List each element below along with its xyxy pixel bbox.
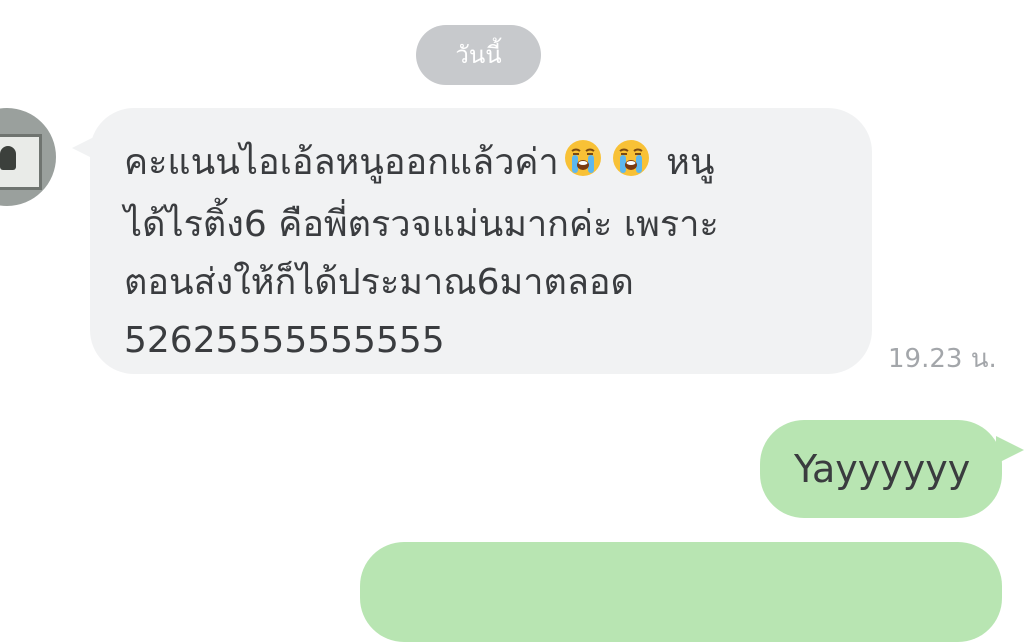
loudly-crying-face-icon <box>611 138 651 196</box>
date-separator: วันนี้ <box>416 25 541 85</box>
outgoing-message-bubble-partial[interactable] <box>360 542 1002 642</box>
incoming-message-text: คะแนนไอเอ้ลหนูออกแล้วค่า หนู ได้ไรติ้ง6 … <box>124 134 844 370</box>
message-timestamp: 19.23 น. <box>888 344 997 374</box>
loudly-crying-face-icon <box>563 138 603 196</box>
avatar-figure <box>0 146 16 170</box>
outgoing-message-text: Yayyyyyy <box>794 447 971 491</box>
message-line-3: ตอนส่งให้ก็ได้ประมาณ6มาตลอด <box>124 262 634 303</box>
message-line-4: 52625555555555 <box>124 320 445 361</box>
message-line-2: ได้ไรติ้ง6 คือพี่ตรวจแม่นมากค่ะ เพราะ <box>124 204 719 245</box>
message-line-1: คะแนนไอเอ้ลหนูออกแล้วค่า หนู <box>124 134 844 196</box>
message-text-segment: คะแนนไอเอ้ลหนูออกแล้วค่า <box>124 142 559 183</box>
incoming-message-bubble[interactable]: คะแนนไอเอ้ลหนูออกแล้วค่า หนู ได้ไรติ้ง6 … <box>90 108 872 374</box>
outgoing-message-bubble[interactable]: Yayyyyyy <box>760 420 1002 518</box>
message-text-segment: หนู <box>666 142 715 183</box>
avatar[interactable] <box>0 108 56 206</box>
